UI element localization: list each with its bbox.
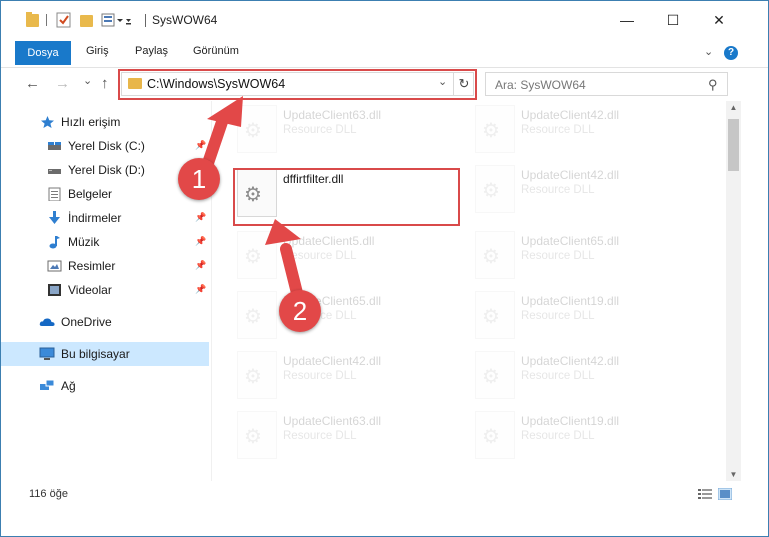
step-2-badge: 2 — [279, 290, 321, 332]
step-1-badge: 1 — [178, 158, 220, 200]
annotation-arrows — [200, 96, 305, 307]
explorer-window: SysWOW64 — ☐ ✕ Dosya Giriş Paylaş Görünü… — [0, 0, 769, 537]
